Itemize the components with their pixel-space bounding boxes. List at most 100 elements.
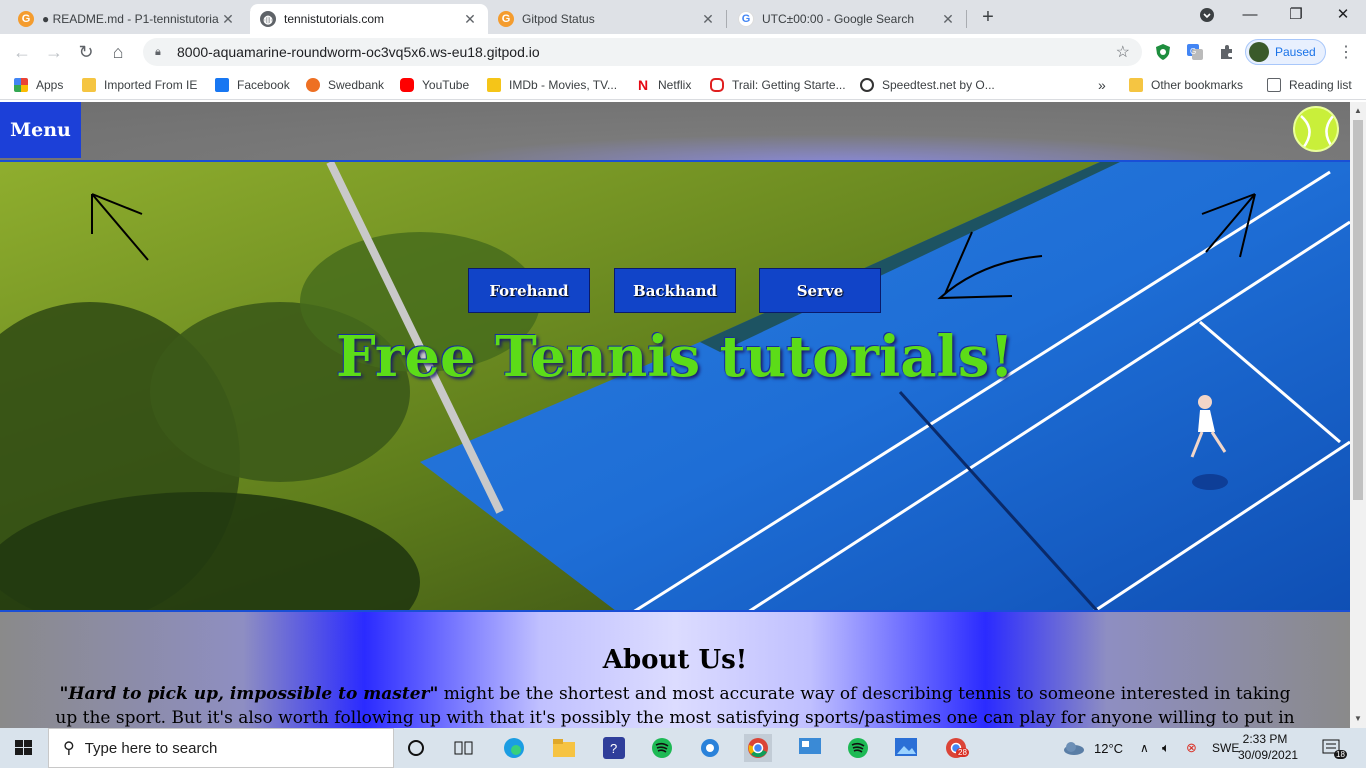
close-tab-icon[interactable]: ✕ [700,11,716,28]
task-view-icon[interactable] [450,734,478,762]
file-explorer-icon[interactable] [550,734,578,762]
folder-icon [82,78,96,92]
photos-icon[interactable] [892,734,920,762]
translate-extension-icon[interactable]: G [1185,42,1205,62]
weather-widget[interactable]: 12°C [1062,728,1123,768]
tab-title: tennistutorials.com [284,12,385,26]
system-clock[interactable]: 2:33 PM 30/09/2021 [1238,731,1298,763]
control-panel-icon[interactable] [796,734,824,762]
page-scrollbar[interactable]: ▲ ▼ [1350,102,1366,728]
browser-tab-strip: G ● README.md - P1-tennistutoria ✕ ◍ ten… [0,0,1366,34]
action-center-button[interactable]: 18 [1322,728,1347,768]
tab-google-search[interactable]: G UTC±00:00 - Google Search ✕ [728,4,966,34]
oracle-icon [710,78,724,92]
edge-icon[interactable] [500,734,528,762]
tab-title: UTC±00:00 - Google Search [762,12,914,26]
search-placeholder: Type here to search [84,739,218,757]
close-window-button[interactable]: ✕ [1320,0,1366,30]
new-tab-button[interactable]: + [977,6,999,28]
bookmark-label: Swedbank [328,78,385,92]
netflix-icon: N [636,77,650,93]
shield-extension-icon[interactable] [1153,42,1173,62]
chrome-profile-icon[interactable]: 28 [942,734,970,762]
weather-temperature: 12°C [1094,740,1124,756]
imdb-icon [487,78,501,92]
bookmark-trail[interactable]: Trail: Getting Starte... [710,76,846,94]
forward-arrow-icon[interactable]: → [42,40,66,64]
close-tab-icon[interactable]: ✕ [462,11,478,28]
google-icon: G [738,11,754,27]
serve-button[interactable]: Serve [759,268,881,313]
bookmark-swedbank[interactable]: Swedbank [306,76,384,94]
folder-icon [1129,78,1143,92]
bookmark-label: Apps [36,78,64,92]
restore-window-button[interactable]: ❐ [1273,0,1319,30]
site-header: Menu [0,102,1350,160]
reading-list-label: Reading list [1289,78,1352,92]
address-bar[interactable]: 🔒︎ 8000-aquamarine-roundworm-oc3vq5x6.ws… [143,38,1142,66]
speedtest-icon [860,78,874,92]
notification-badge: 28 [956,748,969,757]
lock-icon[interactable]: 🔒︎ [155,46,169,59]
reading-list-icon [1267,78,1281,92]
tab-search-icon[interactable] [1184,0,1230,30]
about-quote: "Hard to pick up, impossible to master" [59,684,439,704]
input-language[interactable]: SWE [1212,728,1239,768]
bookmark-label: Other bookmarks [1151,78,1244,92]
scroll-up-arrow-icon[interactable]: ▲ [1354,106,1362,115]
avatar [1249,42,1269,62]
scroll-down-arrow-icon[interactable]: ▼ [1354,714,1362,723]
close-tab-icon[interactable]: ✕ [940,11,956,28]
bookmark-other-bookmarks[interactable]: Other bookmarks [1129,76,1243,94]
bookmark-imdb[interactable]: IMDb - Movies, TV... [487,76,617,94]
scrollbar-thumb[interactable] [1353,120,1363,500]
bookmarks-bar: Apps Imported From IE Facebook Swedbank … [0,70,1366,100]
cortana-icon[interactable] [402,734,430,762]
chrome-icon[interactable] [744,734,772,762]
more-options-icon[interactable]: ⋮ [1338,42,1354,62]
minimize-window-button[interactable]: — [1227,0,1273,30]
show-hidden-icons-button[interactable]: ∧ [1140,728,1149,768]
bookmark-youtube[interactable]: YouTube [400,76,469,94]
bookmark-apps[interactable]: Apps [14,76,63,94]
extensions-puzzle-icon[interactable] [1217,42,1237,62]
clock-time: 2:33 PM [1242,732,1288,746]
bookmarks-overflow-button[interactable]: » [1098,76,1106,94]
bookmark-star-icon[interactable]: ☆ [1116,42,1130,62]
svg-text:G: G [1190,47,1196,56]
gitpod-icon: G [498,11,514,27]
url-text[interactable]: 8000-aquamarine-roundworm-oc3vq5x6.ws-eu… [177,44,540,60]
bookmark-speedtest[interactable]: Speedtest.net by O... [860,76,995,94]
windows-start-button[interactable] [0,728,48,768]
settings-gear-icon[interactable] [696,734,724,762]
apps-grid-icon [14,78,28,92]
taskbar-search-box[interactable]: ⚲ Type here to search [48,728,394,768]
bookmark-label: YouTube [422,78,470,92]
spotify-icon[interactable] [648,734,676,762]
gitpod-icon: G [18,11,34,27]
menu-button[interactable]: Menu [0,102,81,158]
close-tab-icon[interactable]: ✕ [220,11,236,28]
home-icon[interactable]: ⌂ [106,40,130,64]
youtube-icon [400,78,414,92]
backhand-button[interactable]: Backhand [614,268,736,313]
reading-list-button[interactable]: Reading list [1267,76,1352,94]
spotify-icon[interactable] [844,734,872,762]
network-error-icon[interactable]: ⊗ [1186,728,1197,768]
tab-gitpod-status[interactable]: G Gitpod Status ✕ [488,4,726,34]
profile-button[interactable]: Paused [1245,39,1326,65]
tab-tennistutorials[interactable]: ◍ tennistutorials.com ✕ [250,4,488,34]
bookmark-facebook[interactable]: Facebook [215,76,290,94]
volume-icon[interactable]: 🔈︎ [1162,728,1170,768]
bookmark-imported-from-ie[interactable]: Imported From IE [82,76,197,94]
tab-readme[interactable]: G ● README.md - P1-tennistutoria ✕ [8,4,246,34]
windows-taskbar: ⚲ Type here to search ? 28 12°C ∧ 🔈︎ ⊗ S… [0,728,1366,768]
svg-text:?: ? [610,741,617,756]
reload-icon[interactable]: ↻ [74,40,98,64]
forehand-button[interactable]: Forehand [468,268,590,313]
bookmark-netflix[interactable]: N Netflix [636,76,691,94]
back-arrow-icon[interactable]: ← [10,40,34,64]
tab-title: Gitpod Status [522,12,595,26]
tennis-ball-logo[interactable] [1293,106,1339,152]
help-app-icon[interactable]: ? [600,734,628,762]
